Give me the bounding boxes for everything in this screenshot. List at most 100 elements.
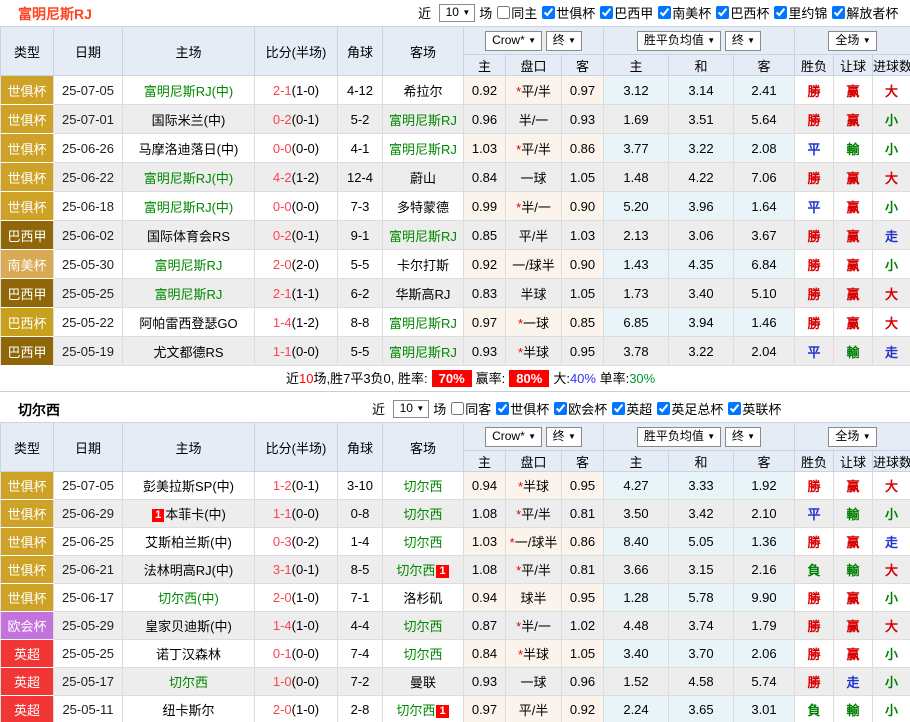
away-team-link[interactable]: 富明尼斯RJ xyxy=(389,142,457,157)
away-team-link[interactable]: 华斯高RJ xyxy=(396,287,451,302)
date-cell: 25-06-21 xyxy=(54,556,123,584)
result-handicap-cell: 輸 xyxy=(834,337,873,366)
home-team-link[interactable]: 尤文都德RS xyxy=(153,345,223,360)
odds-final-select[interactable]: 终 ▼ xyxy=(546,427,582,447)
result-handicap-cell: 赢 xyxy=(834,105,873,134)
away-team-cell: 富明尼斯RJ xyxy=(383,134,464,163)
odds-source-header: Crow* ▼ 终 ▼ xyxy=(464,27,604,55)
home-team-link[interactable]: 国际体育会RS xyxy=(147,229,230,244)
home-team-link[interactable]: 国际米兰(中) xyxy=(152,113,226,128)
league-filter-checkbox-3[interactable] xyxy=(716,6,729,19)
result-goals-cell: 大 xyxy=(873,279,910,308)
away-team-link[interactable]: 富明尼斯RJ xyxy=(389,113,457,128)
home-team-link[interactable]: 法林明高RJ(中) xyxy=(144,563,234,578)
home-team-link[interactable]: 艾斯柏兰斯(中) xyxy=(145,535,232,550)
away-team-link[interactable]: 切尔西 xyxy=(403,479,442,494)
away-team-link[interactable]: 洛杉矶 xyxy=(403,591,442,606)
home-team-link[interactable]: 纽卡斯尔 xyxy=(162,703,214,718)
league-filter-checkbox-2[interactable] xyxy=(658,6,671,19)
odds-source-select[interactable]: Crow* ▼ xyxy=(485,427,542,447)
home-team-link[interactable]: 马摩洛迪落日(中) xyxy=(139,142,239,157)
mean-home-cell: 3.66 xyxy=(604,556,669,584)
same-venue-checkbox[interactable] xyxy=(451,402,464,415)
league-filter-checkbox-1-label: 巴西甲 xyxy=(614,3,653,22)
away-team-link[interactable]: 富明尼斯RJ xyxy=(389,229,457,244)
scope-select[interactable]: 全场 ▼ xyxy=(828,427,876,447)
score-cell: 1-1(0-0) xyxy=(255,337,338,366)
away-team-link[interactable]: 切尔西 xyxy=(403,647,442,662)
home-odds-cell: 0.84 xyxy=(464,640,506,668)
home-team-link[interactable]: 富明尼斯RJ xyxy=(155,287,223,302)
scope-select[interactable]: 全场 ▼ xyxy=(828,31,876,51)
odds-source-select[interactable]: Crow* ▼ xyxy=(485,31,542,51)
away-team-link[interactable]: 曼联 xyxy=(410,675,436,690)
col-header-odds_home: 主 xyxy=(464,451,506,472)
away-team-cell: 切尔西 xyxy=(383,640,464,668)
team-name-link[interactable]: 富明尼斯RJ xyxy=(18,4,92,24)
league-filter-checkbox-5[interactable] xyxy=(832,6,845,19)
league-filter-checkbox-0[interactable] xyxy=(542,6,555,19)
score-cell: 3-1(0-1) xyxy=(255,556,338,584)
away-odds-cell: 0.95 xyxy=(562,584,604,612)
away-team-link[interactable]: 切尔西 xyxy=(396,703,435,718)
corner-cell: 5-2 xyxy=(338,105,383,134)
home-team-link[interactable]: 切尔西 xyxy=(169,675,208,690)
away-team-link[interactable]: 切尔西 xyxy=(396,563,435,578)
away-team-cell: 切尔西 xyxy=(383,612,464,640)
away-team-link[interactable]: 希拉尔 xyxy=(403,84,442,99)
league-filter-checkbox-4[interactable] xyxy=(774,6,787,19)
mean-type-select[interactable]: 胜平负均值 ▼ xyxy=(637,427,721,447)
recent-count-select[interactable]: 10 ▼ xyxy=(393,400,430,418)
league-filter-checkbox-2[interactable] xyxy=(612,402,625,415)
odds-final-select[interactable]: 终 ▼ xyxy=(546,31,582,51)
col-header-wdl: 胜负 xyxy=(795,451,834,472)
same-venue-checkbox[interactable] xyxy=(497,6,510,19)
away-team-link[interactable]: 蔚山 xyxy=(410,171,436,186)
away-team-link[interactable]: 切尔西 xyxy=(403,507,442,522)
away-team-link[interactable]: 富明尼斯RJ xyxy=(389,316,457,331)
col-header-goals: 进球数 xyxy=(873,55,910,76)
corner-cell: 7-1 xyxy=(338,584,383,612)
away-team-link[interactable]: 富明尼斯RJ xyxy=(389,345,457,360)
league-filter-checkbox-1[interactable] xyxy=(554,402,567,415)
mean-final-select[interactable]: 终 ▼ xyxy=(725,31,761,51)
result-handicap-cell: 赢 xyxy=(834,250,873,279)
home-team-link[interactable]: 富明尼斯RJ(中) xyxy=(144,84,234,99)
away-team-link[interactable]: 切尔西 xyxy=(403,535,442,550)
summary-text: 30% xyxy=(629,371,655,386)
home-odds-cell: 0.92 xyxy=(464,76,506,105)
away-team-cell: 蔚山 xyxy=(383,163,464,192)
result-goals-cell: 走 xyxy=(873,337,910,366)
mean-final-select[interactable]: 终 ▼ xyxy=(725,427,761,447)
home-team-link[interactable]: 阿帕雷西登瑟GO xyxy=(139,316,237,331)
home-team-link[interactable]: 彭美拉斯SP(中) xyxy=(143,479,234,494)
home-team-link[interactable]: 富明尼斯RJ(中) xyxy=(144,200,234,215)
handicap-star: * xyxy=(518,316,523,331)
home-team-link[interactable]: 富明尼斯RJ(中) xyxy=(144,171,234,186)
date-cell: 25-06-22 xyxy=(54,163,123,192)
league-cell: 世俱杯 xyxy=(1,76,54,105)
league-filter-checkbox-3-label: 巴西杯 xyxy=(730,3,769,22)
league-filter-checkbox-4[interactable] xyxy=(728,402,741,415)
league-filter-checkbox-3[interactable] xyxy=(657,402,670,415)
home-team-link[interactable]: 本菲卡(中) xyxy=(165,507,226,522)
recent-count-select[interactable]: 10 ▼ xyxy=(439,4,476,22)
away-team-link[interactable]: 多特蒙德 xyxy=(397,200,449,215)
col-header-handicap_res: 让球 xyxy=(834,451,873,472)
league-filter-checkbox-0[interactable] xyxy=(496,402,509,415)
league-filter-checkbox-1[interactable] xyxy=(600,6,613,19)
games-unit-label: 场 xyxy=(479,3,492,22)
score-cell: 0-3(0-2) xyxy=(255,528,338,556)
team-name-link[interactable]: 切尔西 xyxy=(18,400,60,420)
home-team-link[interactable]: 富明尼斯RJ xyxy=(155,258,223,273)
away-team-link[interactable]: 卡尔打斯 xyxy=(397,258,449,273)
score-cell: 4-2(1-2) xyxy=(255,163,338,192)
mean-type-select[interactable]: 胜平负均值 ▼ xyxy=(637,31,721,51)
home-team-link[interactable]: 诺丁汉森林 xyxy=(156,647,221,662)
result-wdl-cell: 勝 xyxy=(795,308,834,337)
home-team-link[interactable]: 皇家贝迪斯(中) xyxy=(145,619,232,634)
home-team-link[interactable]: 切尔西(中) xyxy=(158,591,219,606)
mean-draw-cell: 3.94 xyxy=(669,308,734,337)
away-team-link[interactable]: 切尔西 xyxy=(403,619,442,634)
away-team-cell: 卡尔打斯 xyxy=(383,250,464,279)
